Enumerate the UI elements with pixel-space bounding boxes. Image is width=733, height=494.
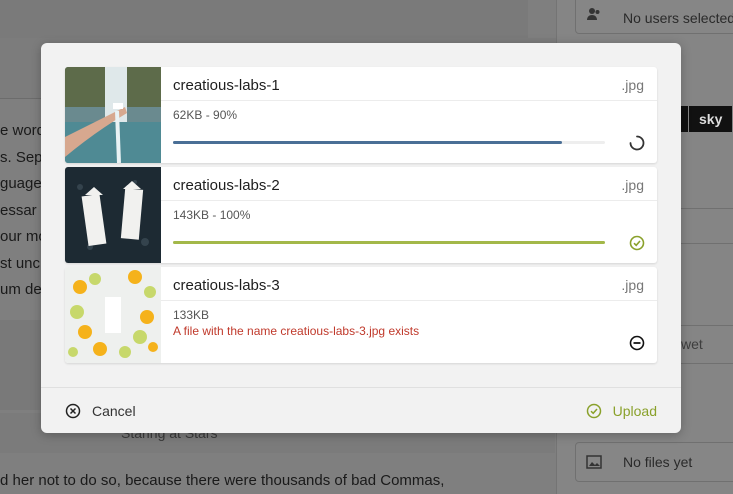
text-line: our mo bbox=[0, 228, 47, 245]
upload-dialog: creatious-labs-1 .jpg 62KB - 90% creatio… bbox=[41, 43, 681, 433]
upload-button[interactable]: Upload bbox=[586, 401, 657, 421]
text-line: essar bbox=[0, 201, 37, 219]
cancel-label: Cancel bbox=[92, 403, 136, 419]
spinner-icon bbox=[629, 135, 645, 151]
progress-fill bbox=[173, 241, 605, 244]
tag-sky[interactable]: sky bbox=[689, 106, 733, 132]
files-label: No files yet bbox=[623, 454, 693, 470]
text-line: s. Sep bbox=[0, 148, 43, 166]
wet-label: wet bbox=[681, 336, 703, 352]
file-thumbnail bbox=[65, 267, 161, 363]
file-error-message: A file with the name creatious-labs-3.jp… bbox=[173, 324, 420, 338]
body-text-fragments: e word s. Sep guage essar our mo st unc … bbox=[0, 118, 47, 304]
progress-track bbox=[173, 241, 605, 244]
file-thumbnail bbox=[65, 167, 161, 263]
file-item: creatious-labs-2 .jpg 143KB - 100% bbox=[65, 167, 657, 263]
upload-label: Upload bbox=[612, 403, 657, 419]
progress-fill bbox=[173, 141, 562, 144]
image-icon bbox=[586, 455, 602, 469]
file-name: creatious-labs-2 bbox=[173, 177, 280, 194]
close-circle-icon bbox=[65, 403, 81, 419]
cancel-button[interactable]: Cancel bbox=[65, 401, 136, 421]
divider bbox=[681, 243, 733, 244]
minus-circle-icon bbox=[629, 335, 645, 351]
dialog-footer: Cancel Upload bbox=[41, 387, 681, 434]
files-box[interactable]: No files yet bbox=[575, 442, 733, 482]
file-item: creatious-labs-3 .jpg 133KB A file with … bbox=[65, 267, 657, 363]
divider bbox=[161, 300, 657, 301]
text-line: e word bbox=[0, 122, 46, 139]
page-header-strip bbox=[0, 0, 528, 39]
check-circle-icon bbox=[629, 235, 645, 251]
file-extension: .jpg bbox=[621, 77, 644, 93]
check-circle-icon bbox=[586, 403, 601, 419]
file-item: creatious-labs-1 .jpg 62KB - 90% bbox=[65, 67, 657, 163]
file-name: creatious-labs-1 bbox=[173, 77, 280, 94]
divider bbox=[681, 325, 733, 326]
divider bbox=[161, 200, 657, 201]
text-line: guage bbox=[0, 175, 42, 192]
divider bbox=[681, 208, 733, 209]
file-size: 133KB bbox=[173, 308, 210, 322]
file-extension: .jpg bbox=[621, 277, 644, 293]
divider bbox=[161, 100, 657, 101]
progress-track bbox=[173, 141, 605, 144]
file-name: creatious-labs-3 bbox=[173, 277, 280, 294]
text-line: um de bbox=[0, 281, 42, 298]
users-selector[interactable]: No users selected bbox=[575, 0, 733, 34]
file-size-progress: 143KB - 100% bbox=[173, 208, 251, 222]
text-line: st unc bbox=[0, 254, 41, 272]
file-size-progress: 62KB - 90% bbox=[173, 108, 238, 122]
file-thumbnail bbox=[65, 67, 161, 163]
users-label: No users selected bbox=[623, 10, 733, 26]
divider bbox=[681, 363, 733, 364]
file-extension: .jpg bbox=[621, 177, 644, 193]
users-icon bbox=[587, 8, 600, 20]
bottom-paragraph: d her not to do so, because there were t… bbox=[0, 472, 445, 489]
